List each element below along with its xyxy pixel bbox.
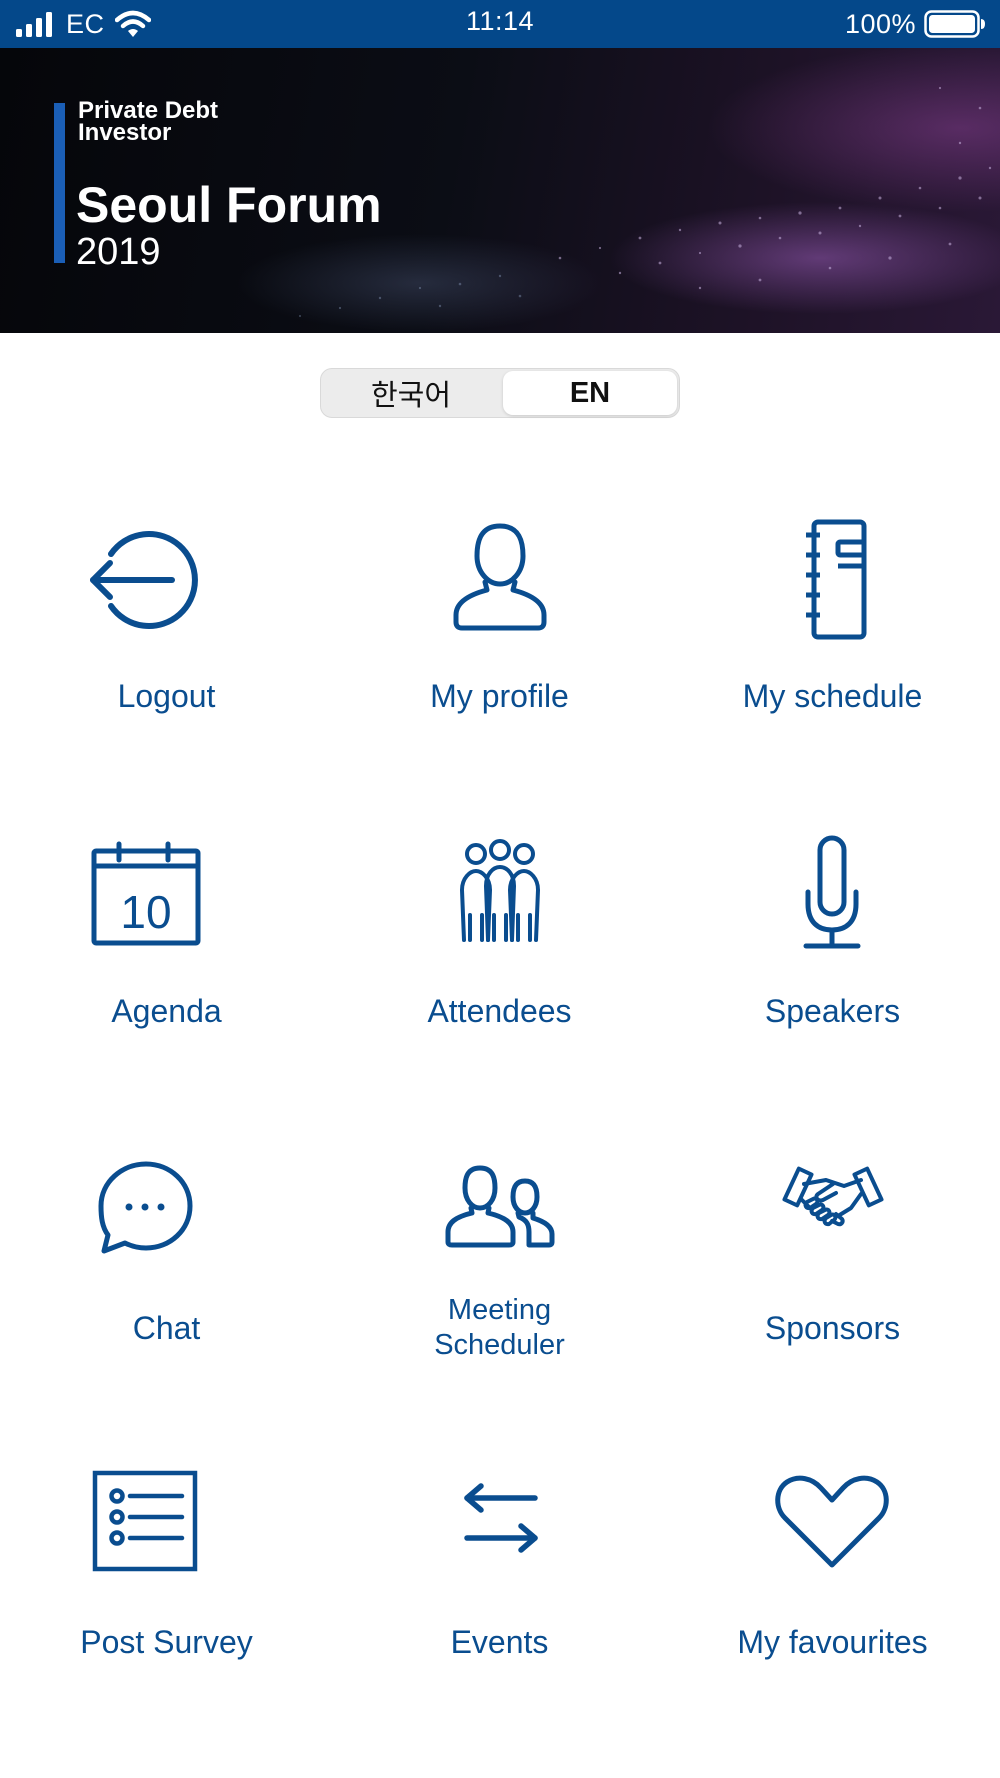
meeting-scheduler-label: Meeting Scheduler <box>434 1294 565 1361</box>
menu-tile-my-profile[interactable]: My profile <box>333 500 666 800</box>
events-label: Events <box>450 1624 549 1660</box>
menu-tile-meeting-scheduler[interactable]: Meeting Scheduler <box>333 1150 666 1450</box>
menu-tile-my-schedule[interactable]: My schedule <box>666 500 999 800</box>
menu-tile-my-favourites[interactable]: My favourites <box>666 1460 999 1760</box>
microphone-icon <box>803 835 861 949</box>
calendar-day-number: 10 <box>120 886 171 938</box>
language-option-korean[interactable]: 한국어 <box>321 369 501 417</box>
logout-label: Logout <box>117 678 216 714</box>
status-bar: EC 11:14 100% <box>0 0 1000 48</box>
notebook-icon <box>806 519 867 640</box>
status-right: 100% <box>845 7 986 41</box>
language-option-english[interactable]: EN <box>503 371 677 415</box>
logout-icon <box>90 531 198 629</box>
banner-year: 2019 <box>76 231 161 273</box>
speakers-label: Speakers <box>764 993 901 1029</box>
attendees-group-icon <box>460 839 540 942</box>
menu-tile-attendees[interactable]: Attendees <box>333 830 666 1130</box>
event-banner: Private Debt Investor Seoul Forum 2019 <box>0 48 1000 333</box>
battery-icon <box>924 10 985 38</box>
menu-tile-sponsors[interactable]: Sponsors <box>666 1150 999 1450</box>
heart-icon <box>775 1475 889 1568</box>
attendees-label: Attendees <box>427 993 572 1029</box>
menu-tile-events[interactable]: Events <box>333 1460 666 1760</box>
my-schedule-label: My schedule <box>742 678 923 714</box>
banner-title: Seoul Forum <box>76 177 382 233</box>
menu-tile-post-survey[interactable]: Post Survey <box>0 1460 333 1760</box>
menu-tile-speakers[interactable]: Speakers <box>666 830 999 1130</box>
calendar-icon: 10 <box>91 841 201 946</box>
my-profile-label: My profile <box>430 678 569 714</box>
battery-percent: 100% <box>844 8 916 39</box>
my-favourites-label: My favourites <box>737 1624 928 1660</box>
brand-logo: Private Debt Investor <box>78 97 219 146</box>
language-toggle: 한국어 EN <box>320 368 680 418</box>
menu-tile-agenda[interactable]: 10 Agenda <box>0 830 333 1130</box>
meeting-people-icon <box>445 1165 555 1248</box>
menu-tile-chat[interactable]: Chat <box>0 1150 333 1450</box>
agenda-label: Agenda <box>111 993 222 1029</box>
swap-arrows-icon <box>464 1483 538 1553</box>
survey-list-icon <box>92 1470 198 1572</box>
user-profile-icon <box>453 523 547 631</box>
chat-label: Chat <box>132 1310 201 1346</box>
chat-bubble-icon <box>98 1161 193 1254</box>
sponsors-label: Sponsors <box>764 1310 901 1346</box>
banner-accent-bar <box>54 103 65 263</box>
menu-tile-logout[interactable]: Logout <box>0 500 333 800</box>
handshake-icon <box>782 1166 884 1227</box>
post-survey-label: Post Survey <box>80 1624 253 1660</box>
